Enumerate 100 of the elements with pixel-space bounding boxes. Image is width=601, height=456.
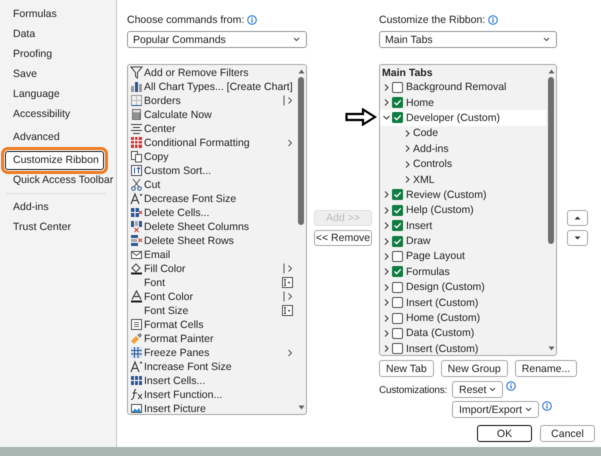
font-grow-icon (130, 360, 143, 373)
tree-item[interactable]: Controls (380, 156, 546, 172)
dropdown[interactable]: Popular Commands (127, 31, 307, 48)
sidebar-item[interactable]: Language (3, 84, 112, 104)
chevron-right-icon (383, 99, 390, 106)
list-item[interactable]: Delete Sheet Columns (144, 220, 296, 232)
checkbox[interactable] (392, 297, 403, 308)
list-item[interactable]: Format Painter (144, 332, 296, 344)
chevron-right-icon (383, 206, 390, 214)
list-item[interactable]: Font Size (144, 304, 282, 316)
tab-action-button[interactable]: New Group (440, 360, 508, 377)
tree-item[interactable]: Add-ins (380, 141, 546, 156)
checkbox[interactable] (392, 204, 403, 216)
checkbox[interactable] (392, 343, 403, 354)
remove-button[interactable]: << Remove (314, 230, 372, 246)
picture-icon (130, 402, 143, 415)
sidebar-item[interactable]: Data (3, 24, 112, 44)
list-item[interactable]: Delete Sheet Rows (144, 234, 296, 246)
list-item[interactable]: Insert Picture (144, 402, 296, 414)
dropdown[interactable]: Main Tabs (379, 31, 557, 48)
reset-button[interactable]: Reset (452, 381, 504, 398)
cancel-button[interactable]: Cancel (540, 425, 595, 442)
calculator-icon (130, 108, 143, 121)
tree-item[interactable]: Design (Custom) (380, 280, 546, 295)
info-icon (488, 15, 498, 25)
list-item[interactable]: Font (144, 276, 282, 288)
tree-item[interactable]: Home (380, 94, 546, 110)
scrollbar-thumb[interactable] (298, 77, 304, 225)
checkbox[interactable] (392, 312, 403, 324)
list-item[interactable]: Font Color (144, 290, 283, 302)
import-export-button[interactable]: Import/Export (452, 401, 540, 418)
tree-item[interactable]: Help (Custom) (380, 202, 546, 218)
sidebar-item[interactable]: Proofing (3, 44, 112, 64)
tree-item[interactable]: XML (380, 172, 546, 188)
tree-item[interactable]: Insert (Custom) (380, 294, 546, 310)
caret-icon (525, 407, 532, 412)
tree-item[interactable]: Insert (380, 218, 546, 234)
list-item[interactable]: Custom Sort... (144, 164, 296, 176)
sidebar-item[interactable]: Save (3, 64, 112, 84)
caret-icon (293, 37, 300, 42)
list-item[interactable]: Center (144, 122, 296, 134)
field-label: Choose commands from: (127, 14, 244, 26)
checkbox[interactable] (392, 220, 403, 232)
sort-icon (130, 164, 143, 177)
list-item[interactable]: All Chart Types... [Create Chart] (144, 80, 296, 92)
tree-item[interactable]: Data (Custom) (380, 326, 546, 342)
ok-button[interactable]: OK (477, 425, 532, 442)
scrollbar-thumb[interactable] (548, 77, 554, 244)
tree-item[interactable]: Formulas (380, 264, 546, 280)
list-item[interactable]: Copy (144, 150, 296, 162)
field-icon (282, 305, 293, 316)
checkbox[interactable] (392, 282, 403, 293)
checkbox[interactable] (392, 189, 403, 200)
info-icon (247, 15, 258, 25)
tree-item[interactable]: Code (380, 126, 546, 142)
list-item[interactable]: Email (144, 248, 296, 260)
list-item[interactable]: Increase Font Size (144, 360, 296, 372)
list-item[interactable]: Fill Color (144, 262, 283, 274)
caret-icon (543, 37, 550, 42)
tree-item[interactable]: Background Removal (380, 80, 546, 95)
move-up-button[interactable] (566, 210, 588, 226)
tab-action-button[interactable]: Rename... (514, 360, 578, 377)
chevron-right-icon (383, 299, 390, 306)
checkbox[interactable] (392, 250, 403, 262)
sidebar-item[interactable]: Accessibility (3, 104, 112, 124)
checkbox[interactable] (392, 266, 403, 278)
list-item[interactable]: Insert Function... (144, 388, 296, 400)
tree-item[interactable]: Draw (380, 233, 546, 249)
list-item[interactable]: Decrease Font Size (144, 192, 296, 204)
field-icon (282, 277, 293, 288)
list-item[interactable]: Delete Cells... (144, 206, 296, 218)
list-item[interactable]: Insert Cells... (144, 374, 296, 386)
tree-item[interactable]: Insert (Custom) (380, 341, 546, 357)
checkbox[interactable] (392, 82, 403, 93)
sidebar-item[interactable]: Quick Access Toolbar (3, 170, 112, 190)
tree-item[interactable]: Review (Custom) (380, 187, 546, 203)
checkbox[interactable] (392, 112, 403, 124)
checkbox[interactable] (392, 97, 403, 108)
sidebar-item[interactable]: Add-ins (3, 197, 112, 217)
move-down-button[interactable] (566, 230, 588, 246)
sidebar-item[interactable]: Trust Center (3, 217, 112, 237)
insert-cells-icon (130, 374, 143, 387)
checkbox[interactable] (392, 236, 403, 247)
list-item[interactable]: Cut (144, 178, 296, 190)
list-item[interactable]: Conditional Formatting (144, 136, 287, 148)
sidebar-item[interactable]: Formulas (3, 4, 112, 24)
tree-item[interactable]: Home (Custom) (380, 310, 546, 326)
list-item[interactable]: Freeze Panes (144, 346, 287, 358)
list-item[interactable]: Add or Remove Filters (144, 66, 296, 78)
tree-item[interactable]: Page Layout (380, 248, 546, 264)
list-item[interactable]: Calculate Now (144, 108, 296, 120)
tree-item[interactable]: Developer (Custom) (380, 110, 546, 126)
info-icon (542, 401, 552, 411)
checkbox[interactable] (392, 328, 403, 339)
sidebar-item[interactable]: Advanced (3, 127, 112, 147)
tab-action-button[interactable]: New Tab (379, 360, 434, 377)
chevron-right-icon (383, 345, 390, 352)
list-item[interactable]: Format Cells (144, 318, 296, 330)
list-item[interactable]: Borders (144, 94, 283, 106)
chevron-right-icon (383, 84, 390, 91)
